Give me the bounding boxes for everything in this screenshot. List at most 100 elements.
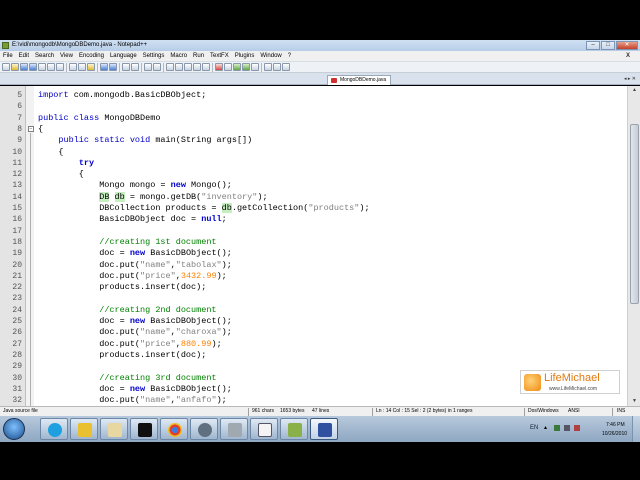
new-file-icon[interactable] [2, 63, 10, 71]
play-macro-icon[interactable] [233, 63, 241, 71]
code-line[interactable]: products.insert(doc); [38, 350, 206, 361]
code-line[interactable]: //creating 1st document [38, 237, 216, 248]
code-line[interactable]: { [38, 147, 63, 158]
flag-icon[interactable] [574, 425, 580, 431]
code-line[interactable]: import com.mongodb.BasicDBObject; [38, 90, 206, 101]
show-desktop-button[interactable] [632, 416, 640, 442]
taskbar-vm-button[interactable] [310, 418, 338, 440]
find-icon[interactable] [122, 63, 130, 71]
menu-item-language[interactable]: Language [110, 51, 137, 61]
scrollbar-thumb[interactable] [630, 124, 639, 304]
line-number: 15 [12, 204, 22, 213]
code-line[interactable]: doc = new BasicDBObject(); [38, 316, 232, 327]
tab-scroll-arrows[interactable]: ◂ ▸ ✕ [624, 76, 636, 82]
code-line[interactable]: doc = new BasicDBObject(); [38, 248, 232, 259]
tray-arrow-icon[interactable]: ▴ [544, 424, 547, 431]
paste-icon[interactable] [87, 63, 95, 71]
save-all-icon[interactable] [29, 63, 37, 71]
code-line[interactable]: doc.put("name","tabolax"); [38, 260, 232, 271]
stop-macro-icon[interactable] [224, 63, 232, 71]
plugin-icon-2[interactable] [273, 63, 281, 71]
taskbar-tool-button[interactable] [220, 418, 248, 440]
code-line[interactable]: doc = new BasicDBObject(); [38, 384, 232, 395]
show-all-chars-icon[interactable] [193, 63, 201, 71]
clock-time[interactable]: 7:46 PM [606, 422, 625, 428]
copy-icon[interactable] [78, 63, 86, 71]
code-line[interactable]: //creating 2nd document [38, 305, 216, 316]
taskbar-window-button[interactable] [250, 418, 278, 440]
code-line[interactable]: products.insert(doc); [38, 282, 206, 293]
taskbar-app-button[interactable] [190, 418, 218, 440]
tray-language[interactable]: EN [530, 425, 538, 431]
notepad-plus-plus-icon[interactable] [2, 42, 9, 49]
plugin-icon-3[interactable] [282, 63, 290, 71]
menu-item-textfx[interactable]: TextFX [210, 51, 229, 61]
menu-item-macro[interactable]: Macro [170, 51, 187, 61]
close-button[interactable]: ✕ [616, 41, 638, 50]
code-line[interactable]: doc.put("name","anfafo"); [38, 395, 227, 406]
taskbar-skype-button[interactable] [40, 418, 68, 440]
start-button[interactable] [3, 418, 25, 440]
minimize-button[interactable]: – [586, 41, 600, 50]
taskbar-notepadpp-button[interactable] [280, 418, 308, 440]
code-line[interactable]: doc.put("price",880.99); [38, 339, 221, 350]
word-wrap-icon[interactable] [184, 63, 192, 71]
tab-mongodbdemo-java[interactable]: MongoDBDemo.java [327, 75, 392, 85]
undo-icon[interactable] [100, 63, 108, 71]
menu-item-encoding[interactable]: Encoding [79, 51, 104, 61]
volume-icon[interactable] [564, 425, 570, 431]
code-line[interactable]: try [38, 158, 94, 169]
replace-icon[interactable] [131, 63, 139, 71]
code-line[interactable]: //creating 3rd document [38, 373, 216, 384]
code-line[interactable]: BasicDBObject doc = null; [38, 214, 227, 225]
record-macro-icon[interactable] [215, 63, 223, 71]
close-all-icon[interactable] [47, 63, 55, 71]
menu-item-view[interactable]: View [60, 51, 73, 61]
menu-item-plugins[interactable]: Plugins [235, 51, 255, 61]
close-document-button[interactable]: X [626, 51, 630, 61]
code-line[interactable]: doc.put("name","charoxa"); [38, 327, 232, 338]
taskbar-explorer-button[interactable] [100, 418, 128, 440]
code-editor[interactable]: 5 6 7 8 9 10 11 12 13 14 15 16 17 18 19 20 21 22 23 24 25 26 2… [0, 86, 640, 406]
menu-item-run[interactable]: Run [193, 51, 204, 61]
code-line[interactable]: { [38, 169, 84, 180]
save-icon[interactable] [20, 63, 28, 71]
run-macro-multiple-icon[interactable] [242, 63, 250, 71]
code-line[interactable]: { [38, 124, 43, 135]
scroll-up-arrow-icon[interactable]: ▲ [630, 86, 639, 95]
taskbar-cmd-button[interactable] [130, 418, 158, 440]
menu-item-search[interactable]: Search [35, 51, 54, 61]
title-bar[interactable]: E:\vidi\mongodb\MongoDBDemo.java - Notep… [0, 40, 640, 51]
clock-date[interactable]: 10/26/2010 [602, 431, 627, 437]
network-icon[interactable] [554, 425, 560, 431]
close-file-icon[interactable] [38, 63, 46, 71]
taskbar-chrome-button[interactable] [160, 418, 188, 440]
code-line[interactable]: public static void main(String args[]) [38, 135, 252, 146]
zoom-in-icon[interactable] [144, 63, 152, 71]
scroll-down-arrow-icon[interactable]: ▼ [630, 397, 639, 406]
redo-icon[interactable] [109, 63, 117, 71]
menu-item-edit[interactable]: Edit [19, 51, 29, 61]
open-file-icon[interactable] [11, 63, 19, 71]
menu-item-file[interactable]: File [3, 51, 13, 61]
code-line[interactable]: DBCollection products = db.getCollection… [38, 203, 370, 214]
taskbar-camtasia-button[interactable] [70, 418, 98, 440]
plugin-icon-1[interactable] [264, 63, 272, 71]
sync-vertical-icon[interactable] [166, 63, 174, 71]
save-macro-icon[interactable] [251, 63, 259, 71]
menu-item-window[interactable]: Window [260, 51, 281, 61]
fold-toggle-icon[interactable]: − [28, 126, 34, 132]
code-line[interactable]: DB db = mongo.getDB("inventory"); [38, 191, 268, 203]
code-line[interactable]: public class MongoDBDemo [38, 113, 160, 124]
zoom-out-icon[interactable] [153, 63, 161, 71]
indent-guide-icon[interactable] [202, 63, 210, 71]
code-line[interactable]: Mongo mongo = new Mongo(); [38, 180, 232, 191]
code-line[interactable]: doc.put("price",3432.99); [38, 271, 227, 282]
print-icon[interactable] [56, 63, 64, 71]
vertical-scrollbar[interactable]: ▲ ▼ [627, 86, 640, 406]
menu-item-settings[interactable]: Settings [143, 51, 165, 61]
menu-item-help[interactable]: ? [288, 51, 291, 61]
sync-horizontal-icon[interactable] [175, 63, 183, 71]
maximize-button[interactable]: □ [601, 41, 615, 50]
cut-icon[interactable] [69, 63, 77, 71]
